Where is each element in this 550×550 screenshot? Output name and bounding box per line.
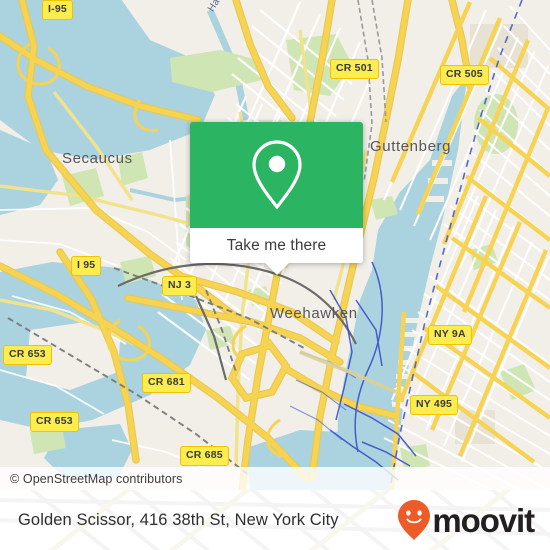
road-shield-cr-505: CR 505 [440, 65, 489, 85]
road-shield-i-95-north: I-95 [42, 0, 73, 20]
road-shield-cr-653-upper: CR 653 [3, 345, 52, 365]
location-pin-icon [251, 140, 302, 210]
road-shield-cr-501: CR 501 [330, 59, 379, 79]
road-shield-i-95-south: I 95 [71, 256, 102, 276]
road-shield-ny-9a: NY 9A [428, 325, 472, 345]
road-shield-ny-495: NY 495 [410, 395, 459, 415]
osm-attribution-text[interactable]: © OpenStreetMap contributors [10, 472, 183, 486]
popup-pin-panel [190, 122, 363, 228]
moovit-map-screenshot: Secaucus Guttenberg Weehawken Hackensack… [0, 0, 550, 550]
take-me-there-popup[interactable]: Take me there [190, 122, 363, 275]
moovit-logo[interactable]: moovit [397, 499, 535, 541]
page-title: Golden Scissor, 416 38th St, New York Ci… [18, 510, 339, 529]
footer-bar: Golden Scissor, 416 38th St, New York Ci… [0, 490, 550, 550]
moovit-smiley-pin-icon [398, 500, 431, 540]
take-me-there-label: Take me there [226, 236, 327, 254]
popup-action-bar[interactable]: Take me there [190, 228, 363, 275]
popup-pointer-tail [264, 263, 289, 275]
road-shield-nj-3: NJ 3 [162, 276, 197, 296]
road-shield-cr-681: CR 681 [142, 373, 191, 393]
road-shield-cr-685: CR 685 [180, 446, 229, 466]
map-attribution-bar: © OpenStreetMap contributors [0, 467, 550, 490]
moovit-wordmark: moovit [432, 501, 535, 539]
road-shield-cr-653-lower: CR 653 [30, 412, 79, 432]
